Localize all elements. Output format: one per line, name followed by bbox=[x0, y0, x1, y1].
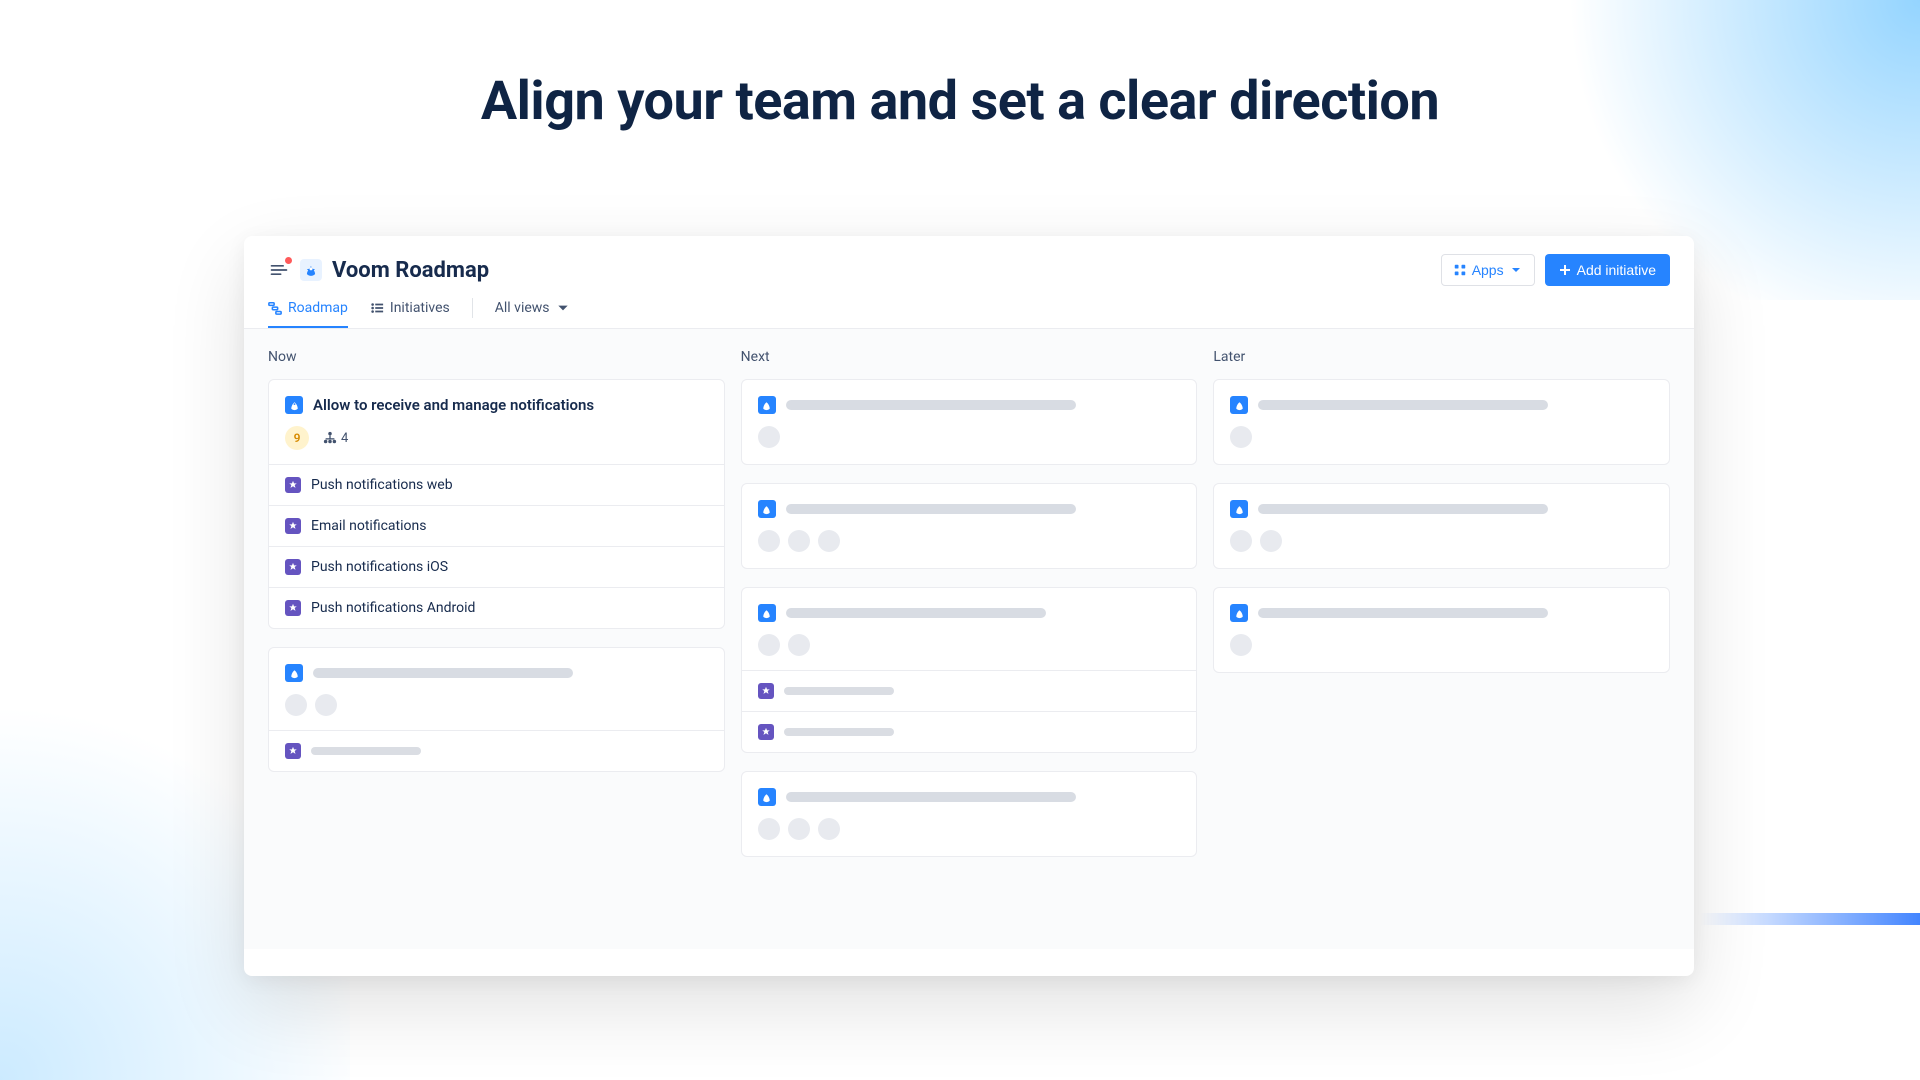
page-title: Voom Roadmap bbox=[332, 258, 489, 283]
column-later-header: Later bbox=[1213, 349, 1670, 365]
background-accent-line bbox=[1700, 913, 1920, 925]
column-now: Now Allow to receive and manage notifica… bbox=[268, 349, 725, 929]
add-button-label: Add initiative bbox=[1577, 262, 1656, 278]
placeholder-text bbox=[1258, 608, 1548, 618]
initiative-card-placeholder[interactable] bbox=[741, 483, 1198, 569]
placeholder-avatar bbox=[758, 818, 780, 840]
initiative-card-title: Allow to receive and manage notification… bbox=[313, 396, 594, 414]
sub-item-label: Push notifications web bbox=[311, 477, 453, 493]
children-count: 4 bbox=[323, 431, 348, 446]
feature-icon bbox=[285, 743, 301, 759]
placeholder-avatar bbox=[285, 694, 307, 716]
placeholder-avatar bbox=[1230, 426, 1252, 448]
sub-item[interactable]: Push notifications Android bbox=[269, 588, 724, 628]
sub-item-label: Push notifications Android bbox=[311, 600, 475, 616]
divider bbox=[472, 298, 473, 318]
tab-roadmap[interactable]: Roadmap bbox=[268, 300, 348, 328]
initiative-card-placeholder[interactable] bbox=[1213, 379, 1670, 465]
initiative-icon bbox=[1230, 500, 1248, 518]
sub-item[interactable]: Push notifications web bbox=[269, 465, 724, 506]
apps-button[interactable]: Apps bbox=[1441, 254, 1535, 286]
placeholder-avatar bbox=[758, 530, 780, 552]
initiative-card-placeholder[interactable] bbox=[268, 647, 725, 772]
menu-icon[interactable] bbox=[268, 259, 290, 281]
placeholder-avatar bbox=[818, 530, 840, 552]
project-icon bbox=[300, 259, 322, 281]
placeholder-avatar bbox=[788, 530, 810, 552]
sub-item[interactable]: Push notifications iOS bbox=[269, 547, 724, 588]
placeholder-avatar bbox=[315, 694, 337, 716]
initiative-card-placeholder[interactable] bbox=[741, 379, 1198, 465]
placeholder-avatar bbox=[1230, 530, 1252, 552]
tab-roadmap-label: Roadmap bbox=[288, 300, 348, 316]
feature-icon bbox=[285, 600, 301, 616]
sub-item[interactable]: Email notifications bbox=[269, 506, 724, 547]
placeholder-text bbox=[784, 687, 894, 695]
chevron-down-icon bbox=[556, 301, 570, 315]
placeholder-text bbox=[786, 792, 1076, 802]
apps-button-label: Apps bbox=[1472, 262, 1504, 278]
chevron-down-icon bbox=[1510, 264, 1522, 276]
placeholder-avatar bbox=[788, 818, 810, 840]
app-window: Voom Roadmap Apps Add initiative Roadmap… bbox=[244, 236, 1694, 976]
placeholder-text bbox=[313, 668, 573, 678]
feature-icon bbox=[285, 559, 301, 575]
initiative-icon bbox=[285, 664, 303, 682]
hero-heading: Align your team and set a clear directio… bbox=[0, 70, 1920, 133]
sub-item-label: Email notifications bbox=[311, 518, 426, 534]
header-left: Voom Roadmap bbox=[268, 258, 489, 283]
app-header: Voom Roadmap Apps Add initiative bbox=[244, 236, 1694, 286]
feature-icon bbox=[285, 477, 301, 493]
column-next-header: Next bbox=[741, 349, 1198, 365]
column-later: Later bbox=[1213, 349, 1670, 929]
all-views-label: All views bbox=[495, 300, 550, 316]
initiative-card-placeholder[interactable] bbox=[741, 771, 1198, 857]
feature-icon bbox=[285, 518, 301, 534]
add-initiative-button[interactable]: Add initiative bbox=[1545, 254, 1670, 286]
placeholder-avatar bbox=[1260, 530, 1282, 552]
initiative-card-placeholder[interactable] bbox=[1213, 587, 1670, 673]
initiative-icon bbox=[1230, 396, 1248, 414]
feature-icon bbox=[758, 724, 774, 740]
initiative-card[interactable]: Allow to receive and manage notification… bbox=[268, 379, 725, 629]
initiative-icon bbox=[758, 604, 776, 622]
feature-icon bbox=[758, 683, 774, 699]
header-right: Apps Add initiative bbox=[1441, 254, 1670, 286]
sub-item-placeholder[interactable] bbox=[269, 731, 724, 771]
initiative-card-placeholder[interactable] bbox=[1213, 483, 1670, 569]
tab-initiatives[interactable]: Initiatives bbox=[370, 300, 450, 326]
sub-item-label: Push notifications iOS bbox=[311, 559, 448, 575]
sub-item-placeholder[interactable] bbox=[742, 712, 1197, 752]
placeholder-text bbox=[1258, 504, 1548, 514]
placeholder-text bbox=[786, 504, 1076, 514]
notification-dot-icon bbox=[285, 257, 292, 264]
placeholder-avatar bbox=[758, 634, 780, 656]
column-next: Next bbox=[741, 349, 1198, 929]
placeholder-avatar bbox=[818, 818, 840, 840]
initiative-icon bbox=[1230, 604, 1248, 622]
score-badge: 9 bbox=[285, 426, 309, 450]
initiative-icon bbox=[758, 788, 776, 806]
column-now-header: Now bbox=[268, 349, 725, 365]
tabs: Roadmap Initiatives All views bbox=[244, 286, 1694, 329]
initiative-icon bbox=[285, 396, 303, 414]
placeholder-avatar bbox=[788, 634, 810, 656]
placeholder-text bbox=[786, 608, 1046, 618]
initiative-icon bbox=[758, 500, 776, 518]
tab-initiatives-label: Initiatives bbox=[390, 300, 450, 316]
placeholder-text bbox=[786, 400, 1076, 410]
roadmap-board: Now Allow to receive and manage notifica… bbox=[244, 329, 1694, 949]
sub-item-placeholder[interactable] bbox=[742, 671, 1197, 712]
placeholder-text bbox=[784, 728, 894, 736]
children-count-value: 4 bbox=[341, 431, 348, 446]
placeholder-avatar bbox=[1230, 634, 1252, 656]
placeholder-text bbox=[311, 747, 421, 755]
placeholder-avatar bbox=[758, 426, 780, 448]
initiative-icon bbox=[758, 396, 776, 414]
all-views-dropdown[interactable]: All views bbox=[495, 300, 570, 326]
initiative-card-placeholder[interactable] bbox=[741, 587, 1198, 753]
placeholder-text bbox=[1258, 400, 1548, 410]
